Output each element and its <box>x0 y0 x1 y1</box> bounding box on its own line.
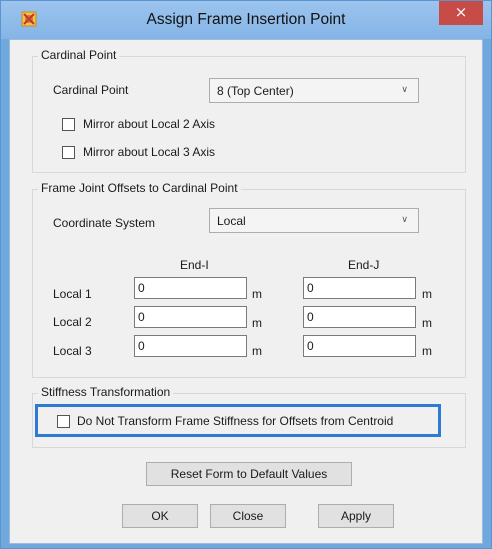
local-2-end-i-input[interactable]: 0 <box>134 306 247 328</box>
cardinal-point-label: Cardinal Point <box>53 83 129 97</box>
window-title: Assign Frame Insertion Point <box>146 11 346 28</box>
local-3-end-j-input[interactable]: 0 <box>303 335 416 357</box>
coordinate-system-label: Coordinate System <box>53 216 156 230</box>
reset-defaults-button[interactable]: Reset Form to Default Values <box>146 462 352 486</box>
dialog-window: Assign Frame Insertion Point × Cardinal … <box>0 0 492 549</box>
unit-label: m <box>252 316 262 330</box>
highlight-box <box>35 404 441 437</box>
local-1-end-i-input[interactable]: 0 <box>134 277 247 299</box>
ok-button[interactable]: OK <box>122 504 198 528</box>
unit-label: m <box>422 316 432 330</box>
row-label: Local 1 <box>53 287 92 301</box>
row-label: Local 2 <box>53 315 92 329</box>
local-3-end-i-input[interactable]: 0 <box>134 335 247 357</box>
mirror-local-2-checkbox[interactable] <box>62 118 75 131</box>
local-1-end-j-input[interactable]: 0 <box>303 277 416 299</box>
cardinal-point-value: 8 (Top Center) <box>217 84 294 98</box>
mirror-local-3-checkbox[interactable] <box>62 146 75 159</box>
end-j-header: End-J <box>348 258 380 272</box>
cardinal-point-dropdown[interactable]: 8 (Top Center) ∨ <box>209 78 419 103</box>
group-legend: Stiffness Transformation <box>38 385 174 399</box>
mirror-local-2-label: Mirror about Local 2 Axis <box>83 117 216 131</box>
input-value: 0 <box>138 281 145 295</box>
chevron-down-icon: ∨ <box>401 84 408 94</box>
end-i-header: End-I <box>180 258 209 272</box>
input-value: 0 <box>138 310 145 324</box>
unit-label: m <box>422 344 432 358</box>
local-2-end-j-input[interactable]: 0 <box>303 306 416 328</box>
dialog-client: Cardinal Point Cardinal Point 8 (Top Cen… <box>9 39 483 544</box>
app-icon <box>21 11 37 27</box>
input-value: 0 <box>307 339 314 353</box>
unit-label: m <box>252 344 262 358</box>
close-icon[interactable]: × <box>439 1 483 25</box>
input-value: 0 <box>307 310 314 324</box>
input-value: 0 <box>307 281 314 295</box>
close-button[interactable]: Close <box>210 504 286 528</box>
unit-label: m <box>422 287 432 301</box>
mirror-local-3-label: Mirror about Local 3 Axis <box>83 145 216 159</box>
apply-button[interactable]: Apply <box>318 504 394 528</box>
unit-label: m <box>252 287 262 301</box>
coordinate-system-dropdown[interactable]: Local ∨ <box>209 208 419 233</box>
group-legend: Cardinal Point <box>38 48 120 62</box>
input-value: 0 <box>138 339 145 353</box>
group-legend: Frame Joint Offsets to Cardinal Point <box>38 181 241 195</box>
coordinate-system-value: Local <box>217 214 246 228</box>
chevron-down-icon: ∨ <box>401 214 408 224</box>
title-bar[interactable]: Assign Frame Insertion Point × <box>1 1 491 39</box>
row-label: Local 3 <box>53 344 92 358</box>
